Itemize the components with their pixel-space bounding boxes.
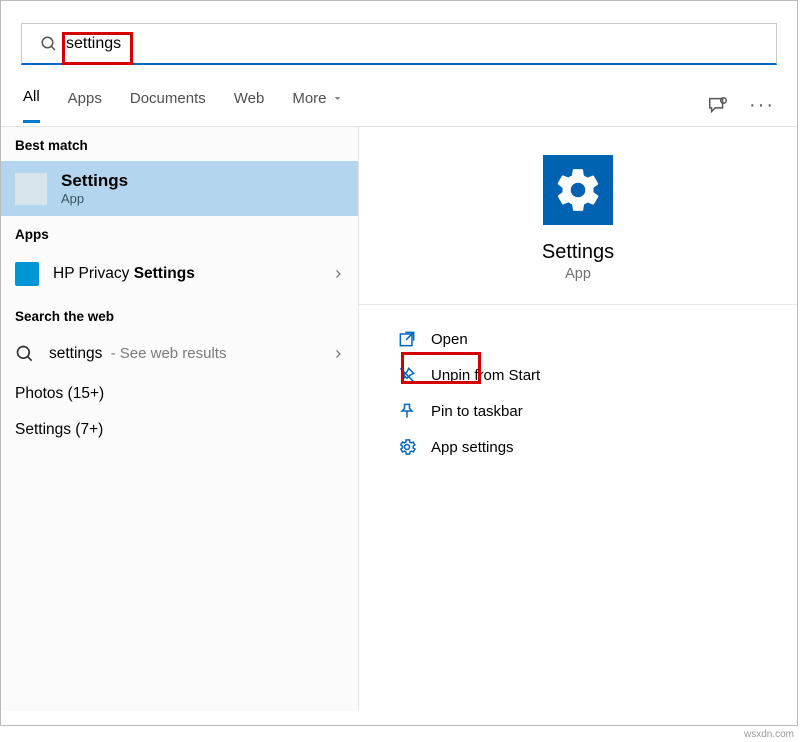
- action-unpin-start[interactable]: Unpin from Start: [397, 357, 797, 393]
- app-result-label: HP Privacy Settings: [53, 265, 195, 283]
- settings-group[interactable]: Settings (7+): [1, 412, 358, 448]
- search-icon: [15, 344, 35, 364]
- tab-all[interactable]: All: [23, 88, 40, 123]
- best-match-subtitle: App: [61, 191, 128, 206]
- preview-header: Settings App: [359, 127, 797, 305]
- best-match-item[interactable]: Settings App: [1, 161, 358, 216]
- tab-more[interactable]: More: [292, 90, 342, 122]
- preview-title: Settings: [542, 241, 614, 264]
- search-bar[interactable]: [21, 23, 777, 65]
- action-pin-taskbar[interactable]: Pin to taskbar: [397, 393, 797, 429]
- search-window: All Apps Documents Web More ··· Best mat…: [0, 0, 798, 726]
- best-match-title: Settings: [61, 171, 128, 191]
- action-open[interactable]: Open: [397, 321, 797, 357]
- action-app-settings-label: App settings: [431, 439, 514, 456]
- preview-subtitle: App: [565, 266, 591, 282]
- best-match-text: Settings App: [61, 171, 128, 206]
- search-input[interactable]: [66, 35, 776, 53]
- open-icon: [397, 329, 417, 349]
- chevron-right-icon: [332, 268, 344, 280]
- settings-tile-icon: [15, 173, 47, 205]
- gear-icon: [397, 437, 417, 457]
- preview-pane: Settings App Open Unpin from Start Pin t…: [359, 127, 797, 711]
- web-result-item[interactable]: settings - See web results: [1, 332, 358, 376]
- action-app-settings[interactable]: App settings: [397, 429, 797, 465]
- unpin-icon: [397, 365, 417, 385]
- tab-apps[interactable]: Apps: [68, 90, 102, 122]
- chevron-down-icon: [332, 93, 343, 104]
- search-web-header: Search the web: [1, 298, 358, 332]
- hp-icon: [15, 262, 39, 286]
- filter-tabs: All Apps Documents Web More ···: [1, 65, 797, 127]
- pin-icon: [397, 401, 417, 421]
- tab-documents[interactable]: Documents: [130, 90, 206, 122]
- photos-group[interactable]: Photos (15+): [1, 376, 358, 412]
- settings-app-tile: [543, 155, 613, 225]
- apps-header: Apps: [1, 216, 358, 250]
- web-result-label: settings - See web results: [49, 345, 226, 363]
- watermark: wsxdn.com: [744, 729, 794, 740]
- tab-web[interactable]: Web: [234, 90, 265, 122]
- gear-icon: [553, 165, 603, 215]
- feedback-icon[interactable]: [707, 95, 729, 117]
- action-open-label: Open: [431, 331, 468, 348]
- search-bar-container: [1, 1, 797, 65]
- action-pin-taskbar-label: Pin to taskbar: [431, 403, 523, 420]
- tab-more-label: More: [292, 90, 326, 107]
- more-options-icon[interactable]: ···: [749, 94, 775, 117]
- preview-actions: Open Unpin from Start Pin to taskbar App…: [359, 305, 797, 465]
- app-result-hp-privacy[interactable]: HP Privacy Settings: [1, 250, 358, 298]
- best-match-header: Best match: [1, 127, 358, 161]
- content-area: Best match Settings App Apps HP Privacy …: [1, 127, 797, 711]
- search-icon: [40, 35, 58, 53]
- results-pane: Best match Settings App Apps HP Privacy …: [1, 127, 359, 711]
- action-unpin-label: Unpin from Start: [431, 367, 540, 384]
- chevron-right-icon: [332, 348, 344, 360]
